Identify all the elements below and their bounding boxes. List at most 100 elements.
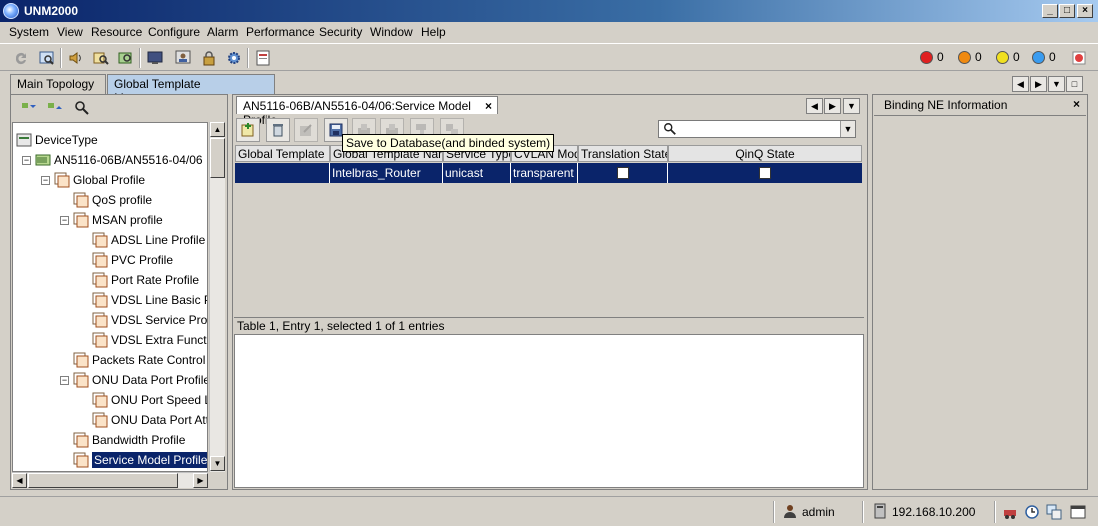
- alarm-critical[interactable]: 0: [920, 50, 944, 64]
- scroll-thumb[interactable]: [28, 473, 178, 488]
- refresh-icon[interactable]: [10, 47, 32, 69]
- tree-node-devicetype[interactable]: DeviceType: [16, 131, 98, 149]
- copy-windows-icon[interactable]: [1046, 504, 1062, 520]
- subtab-list-button[interactable]: ▼: [843, 98, 860, 114]
- close-panel-icon[interactable]: ×: [1073, 97, 1080, 111]
- tree-node-service-model-profile[interactable]: Service Model Profile: [73, 451, 207, 469]
- tree-horizontal-scrollbar[interactable]: ◀ ▶: [12, 472, 208, 488]
- close-button[interactable]: ×: [1077, 4, 1093, 18]
- add-button[interactable]: [236, 118, 260, 142]
- search-window-icon[interactable]: [36, 47, 58, 69]
- tree-node-onu-port-speed-limit[interactable]: ONU Port Speed Limi: [92, 391, 207, 409]
- tree-node-vdsl-line-basic-profile[interactable]: VDSL Line Basic Profi: [92, 291, 207, 309]
- tree-node-global-profile[interactable]: Global Profile: [54, 171, 145, 189]
- menu-alarm[interactable]: Alarm: [207, 25, 238, 39]
- menu-resource[interactable]: Resource: [91, 25, 142, 39]
- search-icon: [664, 123, 676, 135]
- tab-list-button[interactable]: ▼: [1048, 76, 1065, 92]
- alarm-major[interactable]: 0: [958, 50, 982, 64]
- tree-node-packets-rate-control[interactable]: Packets Rate Control Pro: [73, 351, 207, 369]
- warning-alarm-count: 0: [1049, 50, 1056, 64]
- clock-icon[interactable]: [1024, 504, 1040, 520]
- tree-node-onu-data-port-profile[interactable]: ONU Data Port Profile: [73, 371, 207, 389]
- tab-scroll-right-button[interactable]: ▶: [1030, 76, 1047, 92]
- menu-configure[interactable]: Configure: [148, 25, 200, 39]
- collapse-all-icon[interactable]: [43, 97, 65, 119]
- menu-view[interactable]: View: [57, 25, 83, 39]
- tree-node-pvc-profile[interactable]: PVC Profile: [92, 251, 173, 269]
- search-icon[interactable]: [71, 97, 93, 119]
- close-tab-icon[interactable]: ×: [485, 99, 492, 113]
- menu-help[interactable]: Help: [421, 25, 446, 39]
- search-dropdown-button[interactable]: ▼: [840, 121, 855, 137]
- tab-main-topology[interactable]: Main Topology: [10, 74, 106, 94]
- edit-icon: [300, 124, 312, 136]
- trash-icon: [273, 124, 283, 137]
- alarm-settings-icon[interactable]: [1068, 47, 1090, 69]
- document-icon[interactable]: [252, 47, 274, 69]
- tree-label: ONU Port Speed Limi: [111, 393, 207, 407]
- alarm-warning[interactable]: 0: [1032, 50, 1056, 64]
- scroll-thumb[interactable]: [210, 138, 225, 178]
- sound-icon[interactable]: [65, 47, 87, 69]
- tree-node-port-rate-profile[interactable]: Port Rate Profile: [92, 271, 199, 289]
- col-header-translation-state[interactable]: Translation State: [578, 145, 668, 162]
- tree-collapse-toggle[interactable]: −: [22, 156, 31, 165]
- monitor-icon[interactable]: [144, 47, 166, 69]
- window-icon[interactable]: [1070, 504, 1086, 520]
- search-input[interactable]: ▼: [658, 120, 856, 138]
- maximize-panel-button[interactable]: □: [1066, 76, 1083, 92]
- settings-gear-icon[interactable]: [223, 47, 245, 69]
- tab-scroll-left-button[interactable]: ◀: [1012, 76, 1029, 92]
- tree-collapse-toggle[interactable]: −: [41, 176, 50, 185]
- tab-service-model-profile[interactable]: AN5116-06B/AN5516-04/06:Service Model Pr…: [236, 96, 498, 127]
- critical-alarm-icon: [920, 50, 933, 64]
- user-terminal-icon[interactable]: [172, 47, 194, 69]
- subtab-scroll-left-button[interactable]: ◀: [806, 98, 823, 114]
- tree-vertical-scrollbar[interactable]: ▲ ▼: [209, 122, 225, 472]
- device-rack-icon: [35, 154, 51, 166]
- tab-global-template-management[interactable]: Global Template Management×: [107, 74, 275, 105]
- maximize-button[interactable]: □: [1059, 4, 1075, 18]
- detail-panel: [234, 334, 864, 488]
- tree-node-adsl-line-profile[interactable]: ADSL Line Profile: [92, 231, 205, 249]
- tree-label: PVC Profile: [111, 253, 174, 267]
- toolbar-separator: [247, 48, 249, 68]
- scroll-right-button[interactable]: ▶: [193, 473, 208, 488]
- tree-node-vdsl-extra-function[interactable]: VDSL Extra Function: [92, 331, 207, 349]
- tree-collapse-toggle[interactable]: −: [60, 216, 69, 225]
- status-separator: [773, 501, 775, 523]
- tree-collapse-toggle[interactable]: −: [60, 376, 69, 385]
- alarm-query-icon[interactable]: [90, 47, 112, 69]
- menu-security[interactable]: Security: [319, 25, 362, 39]
- minimize-button[interactable]: _: [1042, 4, 1058, 18]
- subtab-scroll-right-button[interactable]: ▶: [824, 98, 841, 114]
- tree-node-qos-profile[interactable]: QoS profile: [73, 191, 152, 209]
- tree-label: ONU Data Port Attrib: [111, 413, 208, 427]
- cell-global-template-name: Intelbras_Router: [330, 163, 443, 183]
- col-header-qinq-state[interactable]: QinQ State: [668, 145, 862, 162]
- menu-performance[interactable]: Performance: [246, 25, 315, 39]
- tree-label: QoS profile: [92, 193, 153, 207]
- delete-button[interactable]: [266, 118, 290, 142]
- config-query-icon[interactable]: [115, 47, 137, 69]
- menu-system[interactable]: System: [9, 25, 49, 39]
- translation-state-checkbox[interactable]: [617, 167, 629, 179]
- tree-node-device[interactable]: AN5116-06B/AN5516-04/06: [35, 151, 203, 169]
- tree-node-msan-profile[interactable]: MSAN profile: [73, 211, 163, 229]
- tree-node-vdsl-service-profile[interactable]: VDSL Service Profile: [92, 311, 207, 329]
- scroll-up-button[interactable]: ▲: [210, 122, 225, 137]
- menu-window[interactable]: Window: [370, 25, 413, 39]
- qinq-state-checkbox[interactable]: [759, 167, 771, 179]
- network-icon[interactable]: [1002, 504, 1018, 520]
- col-header-global-template-id[interactable]: Global Template ID: [235, 145, 330, 162]
- expand-all-icon[interactable]: [17, 97, 39, 119]
- modify-button[interactable]: [294, 118, 318, 142]
- tree-node-bandwidth-profile[interactable]: Bandwidth Profile: [73, 431, 185, 449]
- alarm-minor[interactable]: 0: [996, 50, 1020, 64]
- lock-icon[interactable]: [198, 47, 220, 69]
- scroll-down-button[interactable]: ▼: [210, 456, 225, 471]
- scroll-left-button[interactable]: ◀: [12, 473, 27, 488]
- user-icon: [784, 505, 796, 518]
- tree-node-onu-data-port-attribute[interactable]: ONU Data Port Attrib: [92, 411, 208, 429]
